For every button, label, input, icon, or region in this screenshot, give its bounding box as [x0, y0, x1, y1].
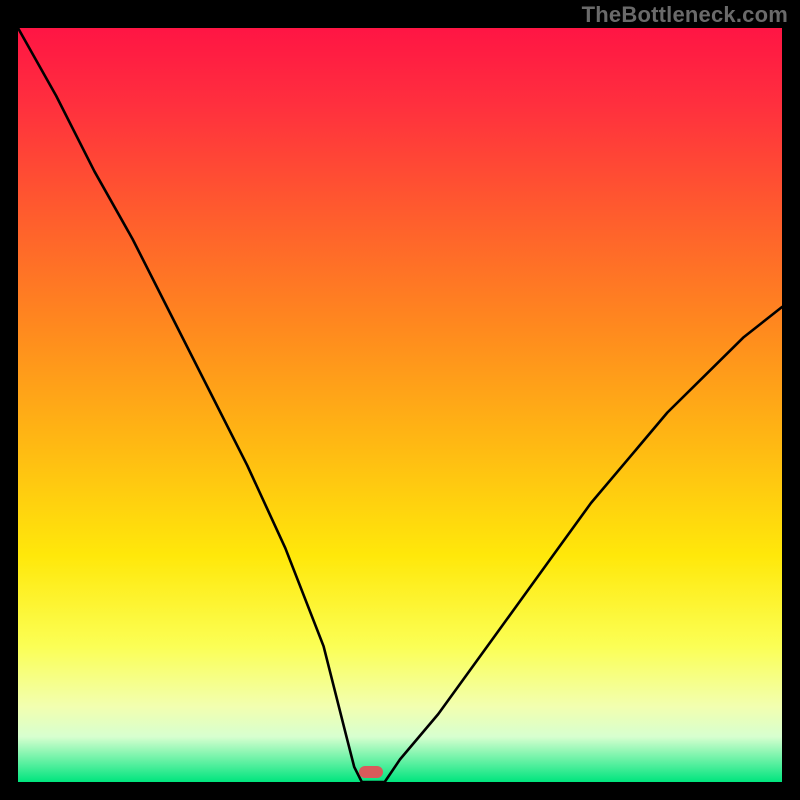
- bottleneck-curve: [18, 28, 782, 782]
- chart-frame: TheBottleneck.com: [0, 0, 800, 800]
- plot-area: [18, 28, 782, 782]
- minimum-marker: [359, 766, 383, 778]
- watermark-text: TheBottleneck.com: [582, 2, 788, 28]
- curve-path: [18, 28, 782, 782]
